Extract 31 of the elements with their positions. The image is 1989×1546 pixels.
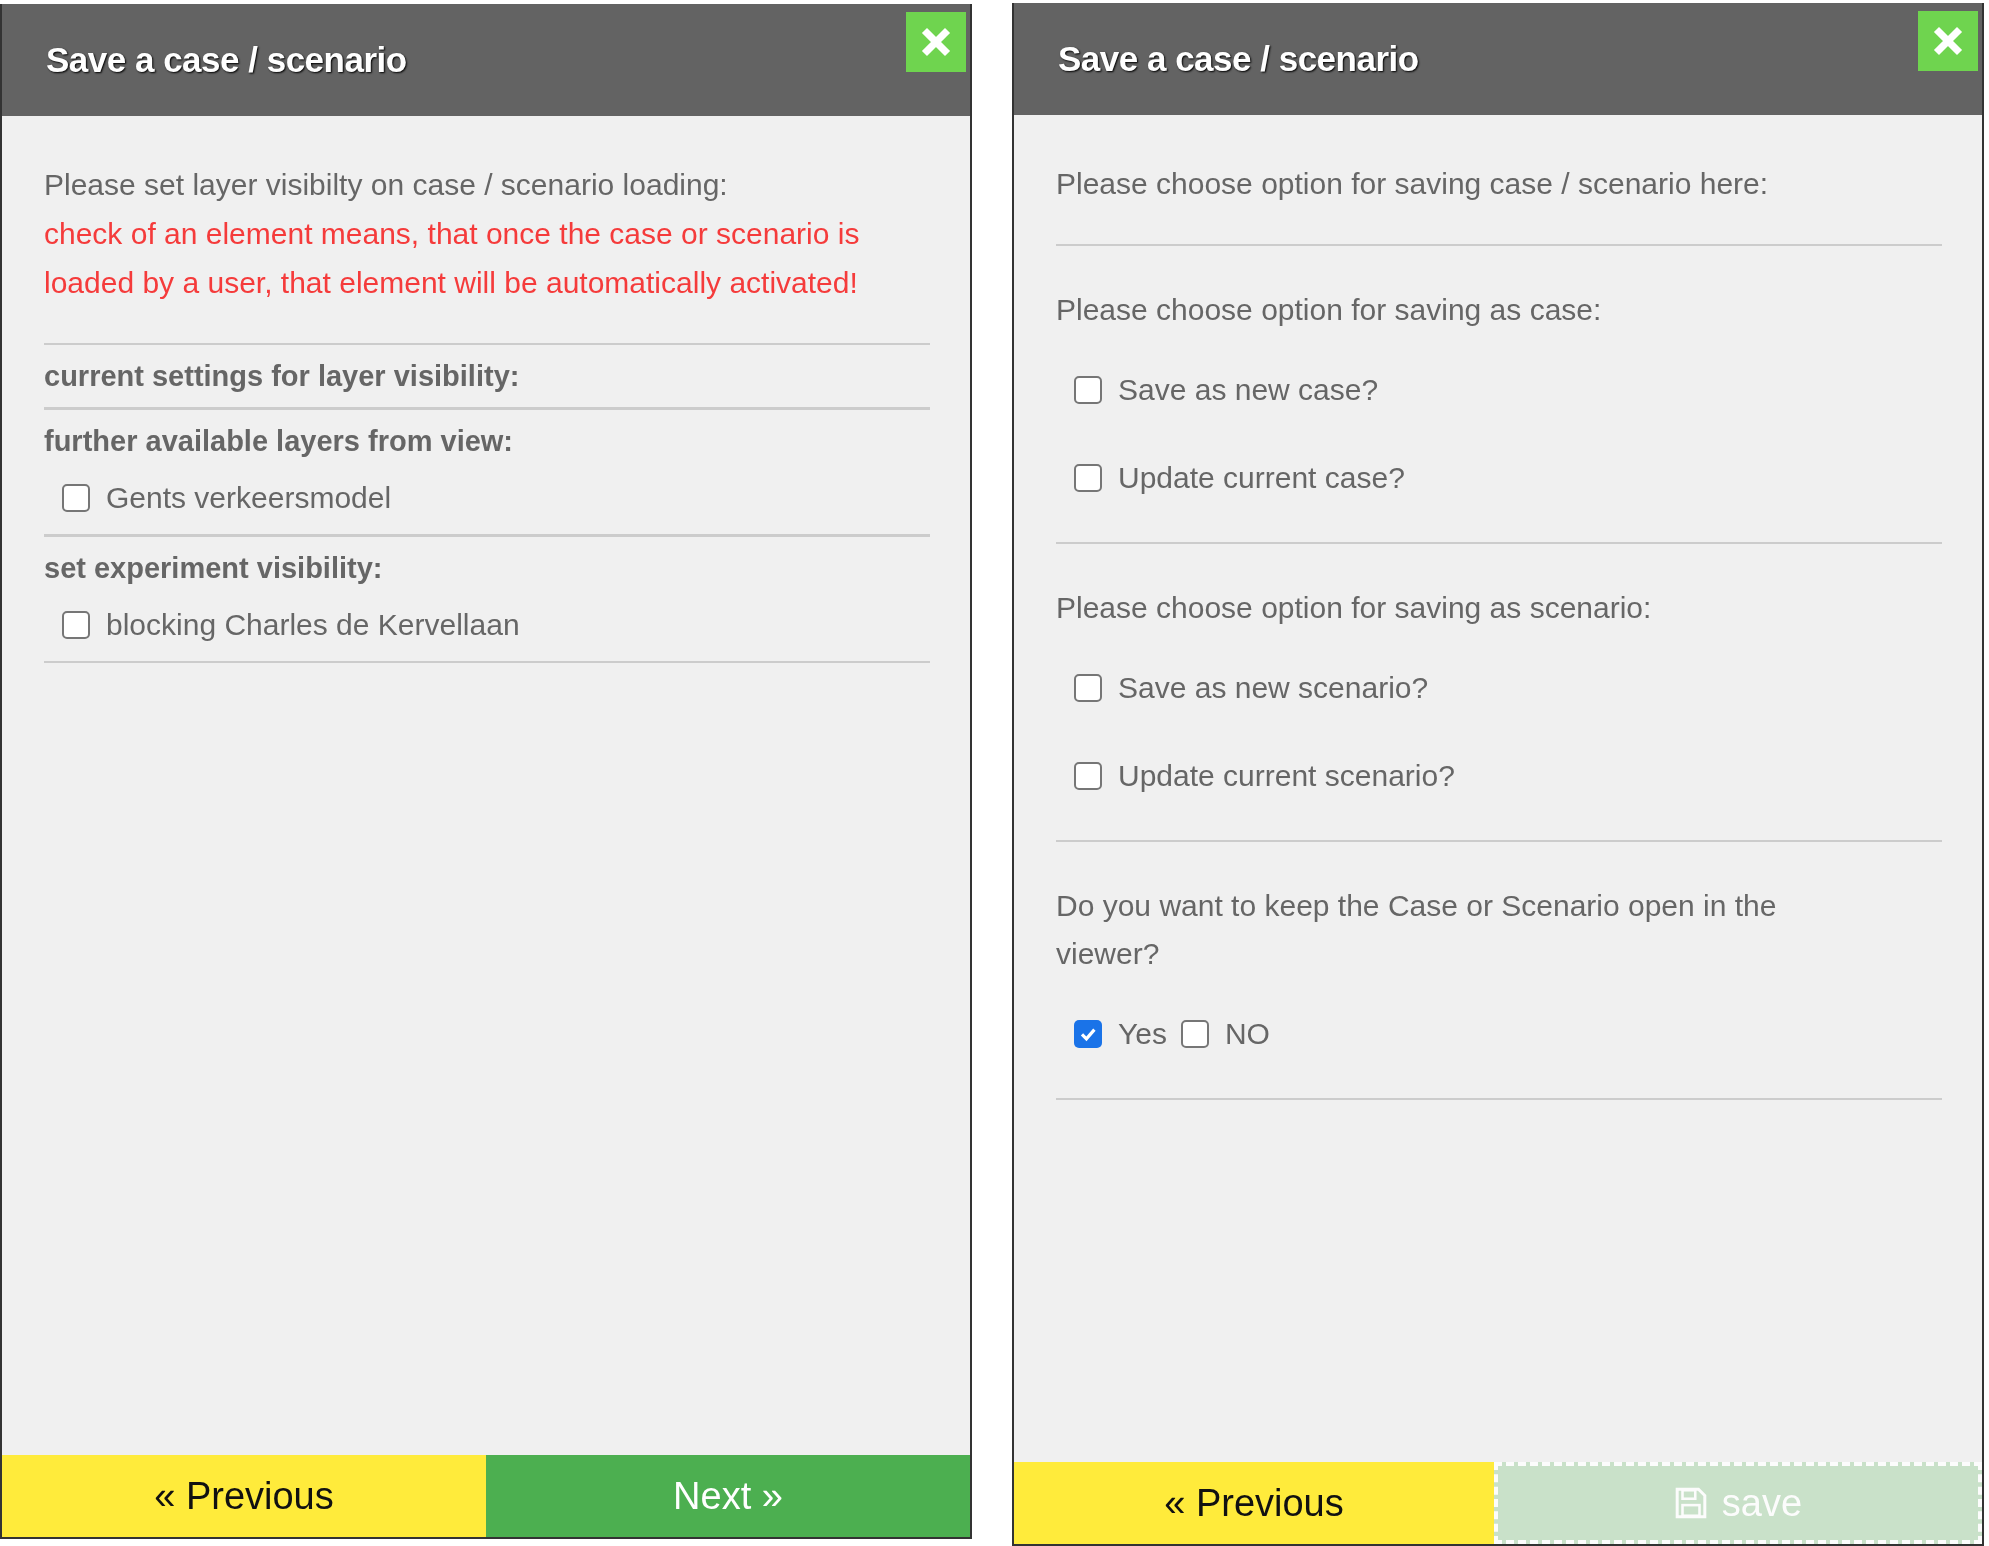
checkbox[interactable] bbox=[1074, 762, 1102, 790]
checkbox-label: blocking Charles de Kervellaan bbox=[106, 607, 520, 643]
checkbox-label: NO bbox=[1224, 1016, 1270, 1052]
checkbox[interactable] bbox=[62, 484, 90, 512]
previous-button[interactable]: « Previous bbox=[2, 1455, 486, 1537]
intro-text: Please choose option for saving case / scenario here: bbox=[1056, 166, 1770, 202]
checkbox-label: Save as new case? bbox=[1118, 372, 1379, 408]
checkbox[interactable] bbox=[1074, 1020, 1102, 1048]
question-text: Please choose option for saving as case: bbox=[1056, 292, 1603, 328]
section-heading: further available layers from view: bbox=[44, 424, 515, 459]
checkbox-label: Update current case? bbox=[1118, 460, 1405, 496]
checkbox[interactable] bbox=[1074, 376, 1102, 404]
intro-text: Please set layer visibilty on case / scenario loading: bbox=[44, 167, 729, 203]
checkbox-label: Save as new scenario? bbox=[1118, 670, 1429, 706]
section-heading: set experiment visibility: bbox=[44, 551, 384, 586]
checkbox[interactable] bbox=[1074, 674, 1102, 702]
question-text: Do you want to keep the Case or Scenario open in the viewer? bbox=[1056, 888, 1778, 972]
previous-button[interactable]: « Previous bbox=[1014, 1462, 1494, 1544]
dialog-title: Save a case / scenario bbox=[46, 40, 407, 80]
checkbox[interactable] bbox=[62, 611, 90, 639]
close-icon bbox=[1933, 26, 1963, 56]
dialog-title: Save a case / scenario bbox=[1058, 39, 1419, 79]
checkbox[interactable] bbox=[1074, 464, 1102, 492]
question-text: Please choose option for saving as scenario: bbox=[1056, 590, 1653, 626]
section-heading: current settings for layer visibility: bbox=[44, 359, 521, 394]
checkbox-label: Update current scenario? bbox=[1118, 758, 1455, 794]
checkbox-label: Yes bbox=[1118, 1016, 1167, 1052]
checkbox-label: Gents verkeersmodel bbox=[106, 480, 392, 516]
warning-text: check of an element means, that once the case or scenario is loaded by a user, that element will be automatically activated! bbox=[44, 216, 861, 301]
checkbox[interactable] bbox=[1180, 1020, 1209, 1048]
close-icon bbox=[921, 27, 951, 57]
